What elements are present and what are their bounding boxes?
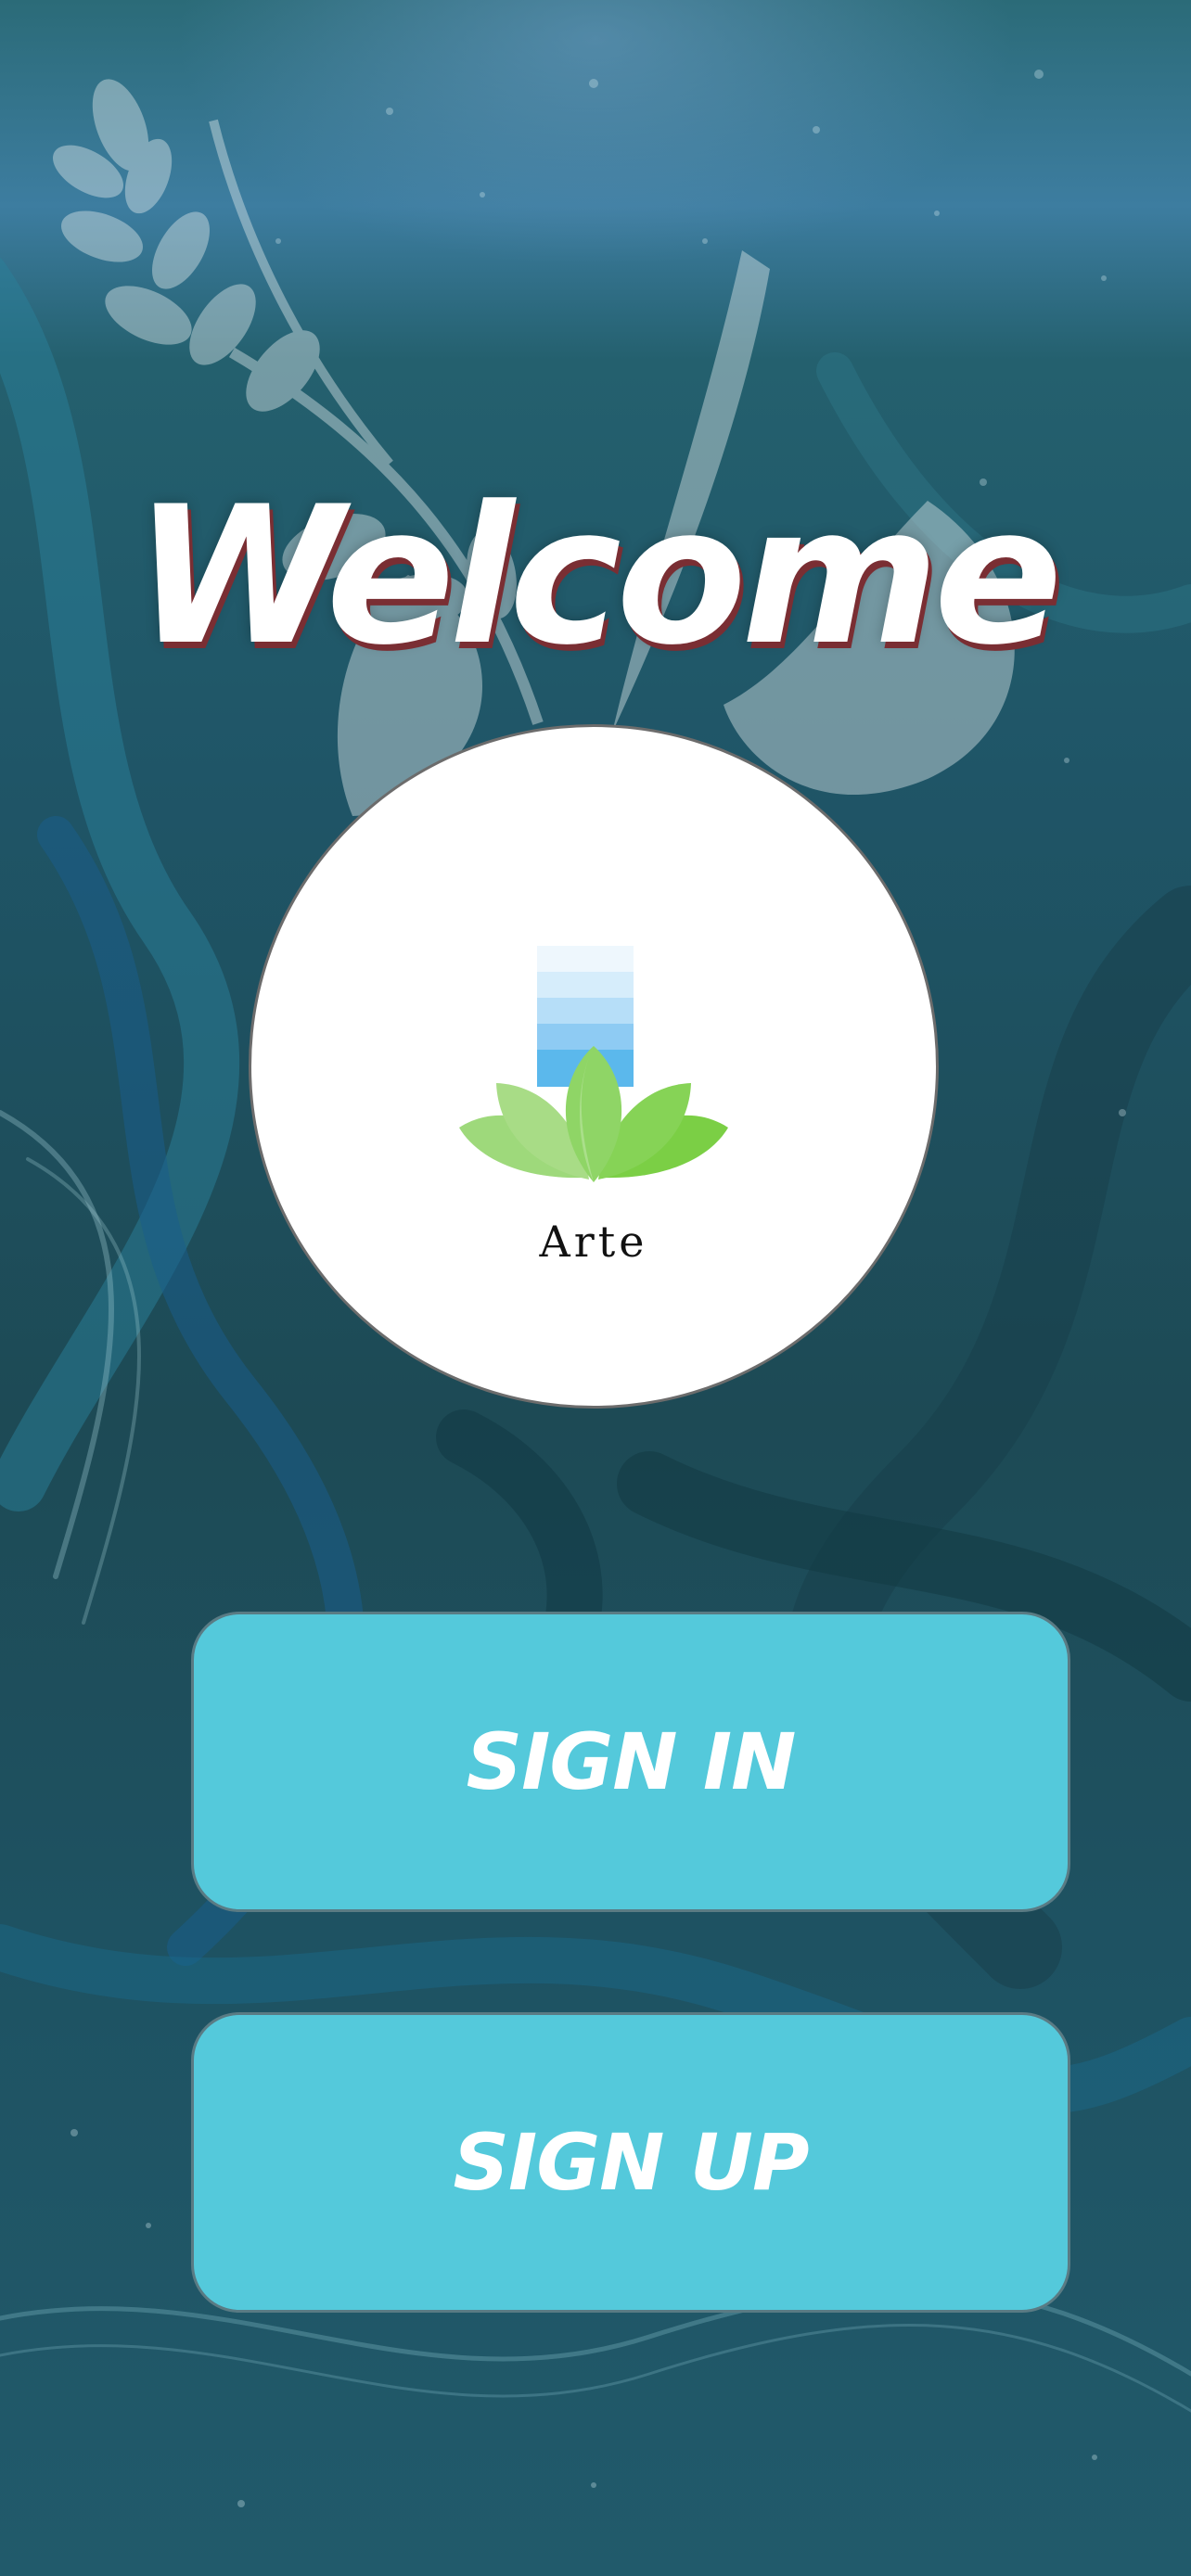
- app-logo-circle: Arte: [249, 724, 939, 1409]
- app-name: Arte: [539, 1217, 648, 1267]
- sign-in-button[interactable]: SIGN IN: [191, 1612, 1070, 1912]
- sign-up-button[interactable]: SIGN UP: [191, 2012, 1070, 2313]
- welcome-title: Welcome: [134, 466, 1062, 688]
- sign-in-label: SIGN IN: [466, 1716, 797, 1807]
- welcome-screen: Welcome Arte SIGN IN SIGN UP: [0, 0, 1191, 2576]
- sign-up-label: SIGN UP: [453, 2117, 809, 2208]
- lotus-icon: [459, 946, 728, 1182]
